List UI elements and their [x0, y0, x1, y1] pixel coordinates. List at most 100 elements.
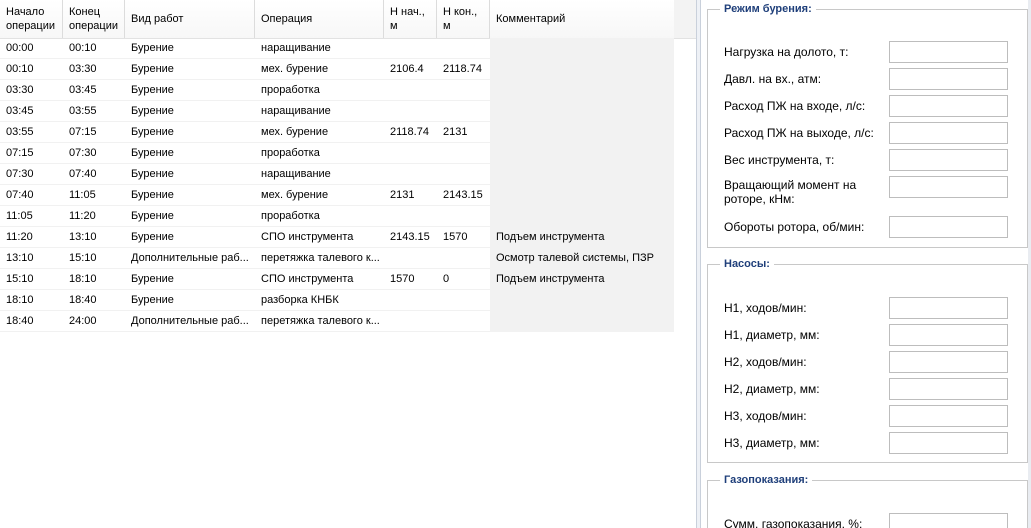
cell-comment[interactable]: [490, 206, 674, 227]
cell-hend[interactable]: 0: [437, 269, 490, 290]
cell-end[interactable]: 07:15: [63, 122, 125, 143]
cell-comment[interactable]: [490, 59, 674, 80]
cell-hstart[interactable]: 2143.15: [384, 227, 437, 248]
cell-hstart[interactable]: [384, 38, 437, 59]
table-row[interactable]: 11:20 13:10 Бурение СПО инструмента 2143.15 1…: [0, 227, 674, 248]
column-header-comment[interactable]: Комментарий: [490, 0, 674, 38]
cell-start[interactable]: 13:10: [0, 248, 63, 269]
cell-hstart[interactable]: [384, 311, 437, 332]
cell-type[interactable]: Бурение: [125, 164, 255, 185]
table-row[interactable]: 07:15 07:30 Бурение проработка: [0, 143, 674, 164]
cell-comment[interactable]: [490, 122, 674, 143]
cell-end[interactable]: 15:10: [63, 248, 125, 269]
table-row[interactable]: 18:40 24:00 Дополнительные раб... перетяжка…: [0, 311, 674, 332]
cell-hstart[interactable]: [384, 248, 437, 269]
cell-end[interactable]: 07:30: [63, 143, 125, 164]
cell-comment[interactable]: [490, 101, 674, 122]
table-row[interactable]: 07:30 07:40 Бурение наращивание: [0, 164, 674, 185]
table-row[interactable]: 07:40 11:05 Бурение мех. бурение 2131 2143.15: [0, 185, 674, 206]
pumps-field-input[interactable]: [889, 297, 1008, 319]
cell-hend[interactable]: 1570: [437, 227, 490, 248]
table-row[interactable]: 03:55 07:15 Бурение мех. бурение 2118.74 2131: [0, 122, 674, 143]
table-row[interactable]: 11:05 11:20 Бурение проработка: [0, 206, 674, 227]
cell-start[interactable]: 03:55: [0, 122, 63, 143]
cell-start[interactable]: 07:40: [0, 185, 63, 206]
cell-start[interactable]: 00:00: [0, 38, 63, 59]
column-header-start[interactable]: Начало операции: [0, 0, 63, 38]
cell-start[interactable]: 07:30: [0, 164, 63, 185]
cell-type[interactable]: Дополнительные раб...: [125, 248, 255, 269]
cell-end[interactable]: 13:10: [63, 227, 125, 248]
cell-comment[interactable]: [490, 185, 674, 206]
pumps-field-input[interactable]: [889, 324, 1008, 346]
table-row[interactable]: 03:45 03:55 Бурение наращивание: [0, 101, 674, 122]
table-row[interactable]: 00:00 00:10 Бурение наращивание: [0, 38, 674, 59]
cell-start[interactable]: 15:10: [0, 269, 63, 290]
cell-start[interactable]: 11:20: [0, 227, 63, 248]
cell-type[interactable]: Бурение: [125, 122, 255, 143]
cell-comment[interactable]: [490, 290, 674, 311]
cell-comment[interactable]: [490, 311, 674, 332]
table-row[interactable]: 13:10 15:10 Дополнительные раб... перетяжка…: [0, 248, 674, 269]
cell-type[interactable]: Бурение: [125, 59, 255, 80]
cell-op[interactable]: наращивание: [255, 101, 384, 122]
pumps-field-input[interactable]: [889, 378, 1008, 400]
cell-op[interactable]: перетяжка талевого к...: [255, 311, 384, 332]
cell-op[interactable]: мех. бурение: [255, 59, 384, 80]
cell-start[interactable]: 00:10: [0, 59, 63, 80]
drilling-field-input[interactable]: [889, 216, 1008, 238]
cell-end[interactable]: 03:30: [63, 59, 125, 80]
cell-end[interactable]: 24:00: [63, 311, 125, 332]
cell-type[interactable]: Бурение: [125, 290, 255, 311]
cell-start[interactable]: 03:45: [0, 101, 63, 122]
cell-op[interactable]: мех. бурение: [255, 122, 384, 143]
cell-hend[interactable]: [437, 80, 490, 101]
drilling-field-input[interactable]: [889, 122, 1008, 144]
cell-op[interactable]: перетяжка талевого к...: [255, 248, 384, 269]
cell-end[interactable]: 03:45: [63, 80, 125, 101]
cell-comment[interactable]: Осмотр талевой системы, ПЗР: [490, 248, 674, 269]
cell-hstart[interactable]: 2106.4: [384, 59, 437, 80]
cell-op[interactable]: проработка: [255, 206, 384, 227]
cell-hend[interactable]: 2143.15: [437, 185, 490, 206]
cell-op[interactable]: проработка: [255, 143, 384, 164]
drilling-field-input[interactable]: [889, 41, 1008, 63]
table-row[interactable]: 15:10 18:10 Бурение СПО инструмента 1570 0 Под…: [0, 269, 674, 290]
cell-hend[interactable]: [437, 101, 490, 122]
cell-start[interactable]: 03:30: [0, 80, 63, 101]
table-row[interactable]: 00:10 03:30 Бурение мех. бурение 2106.4 2118.…: [0, 59, 674, 80]
cell-comment[interactable]: [490, 143, 674, 164]
cell-hend[interactable]: [437, 38, 490, 59]
cell-comment[interactable]: [490, 80, 674, 101]
cell-comment[interactable]: [490, 38, 674, 59]
column-header-end[interactable]: Конец операции: [63, 0, 125, 38]
cell-end[interactable]: 03:55: [63, 101, 125, 122]
cell-hstart[interactable]: [384, 80, 437, 101]
cell-type[interactable]: Бурение: [125, 143, 255, 164]
column-header-hend[interactable]: Н кон., м: [437, 0, 490, 38]
cell-start[interactable]: 07:15: [0, 143, 63, 164]
cell-op[interactable]: СПО инструмента: [255, 227, 384, 248]
cell-type[interactable]: Бурение: [125, 80, 255, 101]
cell-hend[interactable]: 2118.74: [437, 59, 490, 80]
cell-op[interactable]: проработка: [255, 80, 384, 101]
drilling-field-input[interactable]: [889, 176, 1008, 198]
cell-hstart[interactable]: [384, 290, 437, 311]
column-header-type[interactable]: Вид работ: [125, 0, 255, 38]
drilling-field-input[interactable]: [889, 149, 1008, 171]
drilling-field-input[interactable]: [889, 68, 1008, 90]
cell-hend[interactable]: [437, 290, 490, 311]
cell-hstart[interactable]: [384, 143, 437, 164]
cell-hstart[interactable]: 2131: [384, 185, 437, 206]
pumps-field-input[interactable]: [889, 432, 1008, 454]
cell-op[interactable]: наращивание: [255, 164, 384, 185]
cell-comment[interactable]: Подъем инструмента: [490, 227, 674, 248]
cell-op[interactable]: СПО инструмента: [255, 269, 384, 290]
cell-end[interactable]: 18:10: [63, 269, 125, 290]
cell-end[interactable]: 07:40: [63, 164, 125, 185]
cell-hstart[interactable]: [384, 164, 437, 185]
cell-hend[interactable]: [437, 206, 490, 227]
cell-op[interactable]: разборка КНБК: [255, 290, 384, 311]
cell-end[interactable]: 11:05: [63, 185, 125, 206]
cell-hstart[interactable]: 2118.74: [384, 122, 437, 143]
